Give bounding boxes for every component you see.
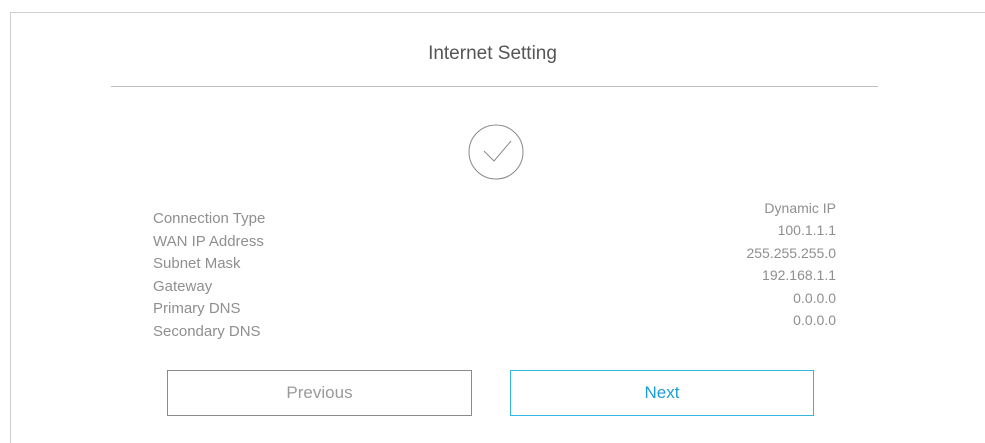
title-divider — [111, 86, 878, 87]
connection-type-value: Dynamic IP — [764, 200, 836, 216]
primary-dns-label: Primary DNS — [153, 300, 241, 317]
gateway-label: Gateway — [153, 277, 213, 295]
primary-dns-value: 0.0.0.0 — [793, 289, 836, 306]
secondary-dns-value: 0.0.0.0 — [793, 312, 836, 329]
gateway-value: 192.168.1.1 — [762, 267, 836, 284]
next-button[interactable]: Next — [510, 370, 814, 416]
check-circle-icon — [468, 124, 524, 180]
previous-button[interactable]: Previous — [167, 370, 472, 416]
wan-ip-address-label: WAN IP Address — [153, 232, 264, 250]
subnet-mask-value: 255.255.255.0 — [746, 244, 836, 261]
secondary-dns-label: Secondary DNS — [153, 322, 261, 340]
summary-values: Dynamic IP 100.1.1.1 255.255.255.0 192.1… — [746, 197, 836, 331]
summary-labels: Connection Type WAN IP Address Subnet Ma… — [153, 208, 265, 343]
connection-type-label: Connection Type — [153, 210, 266, 227]
page-title: Internet Setting — [428, 43, 557, 64]
subnet-mask-label: Subnet Mask — [153, 255, 241, 272]
wan-ip-address-value: 100.1.1.1 — [777, 222, 836, 239]
